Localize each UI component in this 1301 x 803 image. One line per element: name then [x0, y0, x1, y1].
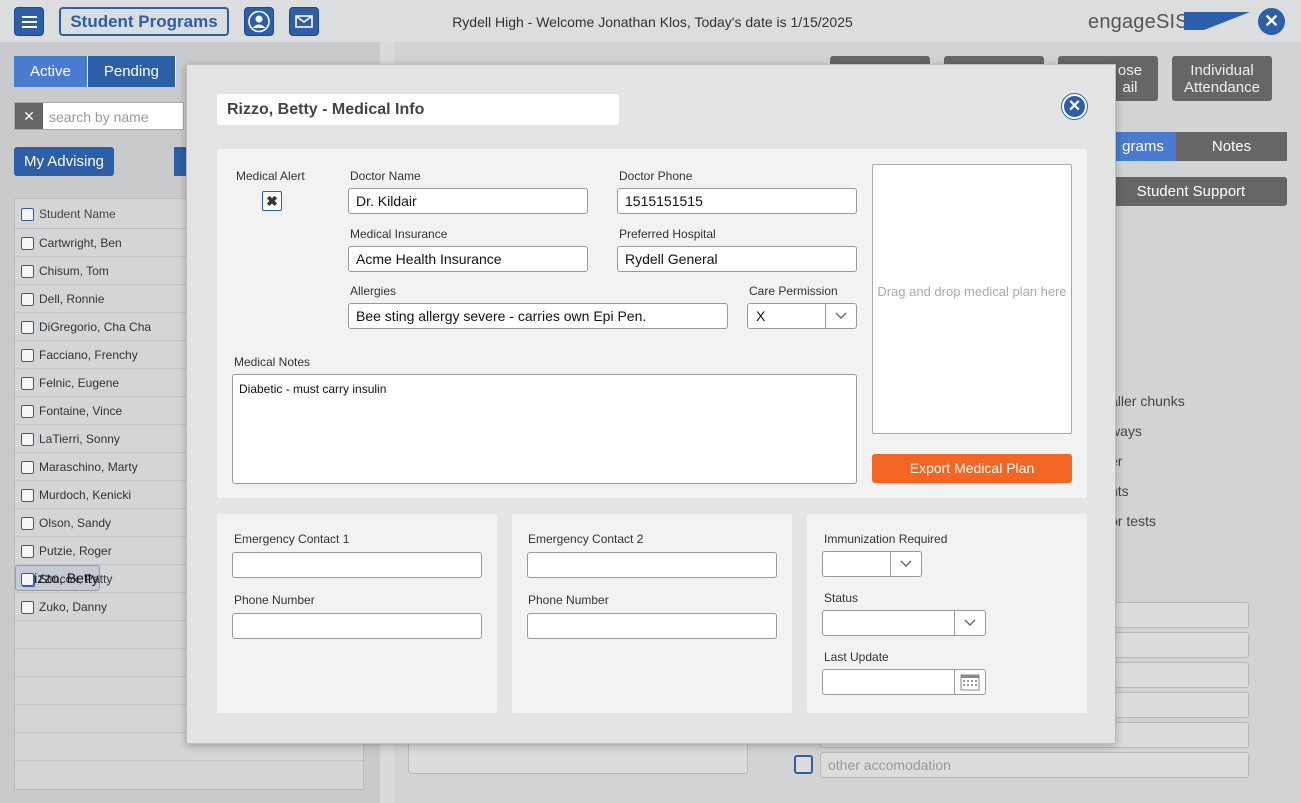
- phone-number-1-field[interactable]: [232, 613, 482, 639]
- student-name: Putzie, Roger: [39, 544, 112, 558]
- user-profile-icon[interactable]: [244, 7, 274, 36]
- student-checkbox[interactable]: [21, 517, 34, 530]
- emergency-contact-2-label: Emergency Contact 2: [528, 532, 644, 546]
- student-checkbox[interactable]: [21, 461, 34, 474]
- app-close-icon[interactable]: ✕: [1258, 8, 1285, 35]
- student-checkbox[interactable]: [21, 433, 34, 446]
- my-advising-button[interactable]: My Advising: [14, 147, 114, 176]
- doctor-name-field[interactable]: Dr. Kildair: [348, 188, 588, 214]
- student-name: Murdoch, Kenicki: [39, 488, 132, 502]
- other-accommodation-checkbox[interactable]: [794, 755, 813, 774]
- emergency-contact-1-label: Emergency Contact 1: [234, 532, 350, 546]
- welcome-banner: Rydell High - Welcome Jonathan Klos, Tod…: [452, 14, 853, 30]
- doctor-phone-label: Doctor Phone: [619, 169, 693, 183]
- chevron-down-icon: [825, 304, 856, 328]
- last-update-label: Last Update: [824, 650, 889, 664]
- medical-alert-checkbox[interactable]: ✖: [262, 191, 282, 211]
- student-search-input[interactable]: ✕ search by name: [14, 102, 184, 130]
- status-label: Status: [824, 591, 859, 605]
- tab-pending[interactable]: Pending: [87, 56, 176, 87]
- dialog-close-icon[interactable]: ×: [1062, 94, 1087, 119]
- preferred-hospital-field[interactable]: Rydell General: [617, 246, 857, 272]
- student-name-column-header: Student Name: [39, 207, 116, 221]
- top-bar: Student Programs Rydell High - Welcome J…: [0, 0, 1301, 42]
- status-tabs: Active Pending: [14, 56, 176, 87]
- medical-notes-label: Medical Notes: [234, 355, 311, 369]
- export-medical-plan-button[interactable]: Export Medical Plan: [872, 454, 1072, 483]
- immunization-required-label: Immunization Required: [824, 532, 948, 546]
- allergies-field[interactable]: Bee sting allergy severe - carries own E…: [348, 303, 728, 329]
- clear-search-icon[interactable]: ✕: [15, 103, 43, 129]
- student-checkbox[interactable]: [21, 349, 34, 362]
- status-select[interactable]: [822, 610, 986, 636]
- student-checkbox[interactable]: [21, 601, 34, 614]
- student-name: Fontaine, Vince: [39, 404, 123, 418]
- doctor-name-label: Doctor Name: [350, 169, 421, 183]
- accommodation-text: or tests: [1110, 513, 1156, 529]
- emergency-contact-1-field[interactable]: [232, 552, 482, 578]
- accommodation-text: aller chunks: [1110, 393, 1185, 409]
- phone-number-1-label: Phone Number: [234, 593, 315, 607]
- immunization-panel: Immunization Required Status Last Update: [807, 514, 1087, 713]
- medical-notes-field[interactable]: Diabetic - must carry insulin: [232, 374, 857, 484]
- student-name: Dell, Ronnie: [39, 292, 105, 306]
- allergies-label: Allergies: [350, 284, 397, 298]
- student-name: DiGregorio, Cha Cha: [39, 320, 152, 334]
- student-name: Facciano, Frenchy: [39, 348, 138, 362]
- engagesis-logo: engageSIS: [1088, 11, 1250, 34]
- student-checkbox[interactable]: [21, 377, 34, 390]
- dropzone-hint: Drag and drop medical plan here: [877, 284, 1067, 299]
- student-checkbox[interactable]: [21, 265, 34, 278]
- dialog-title: Rizzo, Betty - Medical Info: [217, 94, 619, 125]
- student-checkbox[interactable]: [21, 405, 34, 418]
- student-checkbox[interactable]: [21, 489, 34, 502]
- student-name: Chisum, Tom: [39, 264, 109, 278]
- student-name: LaTierri, Sonny: [39, 432, 120, 446]
- emergency-contact-2-panel: Emergency Contact 2 Phone Number: [512, 514, 792, 713]
- student-name: Felnic, Eugene: [39, 376, 120, 390]
- search-placeholder: search by name: [49, 109, 149, 125]
- other-accommodation-placeholder: other accomodation: [828, 757, 951, 773]
- tab-notes[interactable]: Notes: [1176, 132, 1287, 161]
- student-programs-button[interactable]: Student Programs: [59, 7, 229, 36]
- phone-number-2-label: Phone Number: [528, 593, 609, 607]
- care-permission-select[interactable]: X: [747, 303, 857, 329]
- chevron-down-icon: [954, 611, 985, 635]
- student-checkbox[interactable]: [21, 545, 34, 558]
- hamburger-menu-icon[interactable]: [14, 7, 44, 36]
- tab-programs[interactable]: grams: [1110, 132, 1176, 161]
- emergency-contact-2-field[interactable]: [527, 552, 777, 578]
- care-permission-value: X: [756, 308, 766, 324]
- student-checkbox[interactable]: [21, 293, 34, 306]
- student-name: Cartwright, Ben: [39, 236, 122, 250]
- student-checkbox[interactable]: [21, 321, 34, 334]
- care-permission-label: Care Permission: [749, 284, 838, 298]
- immunization-required-select[interactable]: [822, 551, 922, 577]
- mail-icon[interactable]: [289, 7, 319, 36]
- phone-number-2-field[interactable]: [527, 613, 777, 639]
- select-all-checkbox[interactable]: [21, 208, 34, 221]
- student-checkbox[interactable]: [21, 237, 34, 250]
- last-update-field[interactable]: [822, 669, 986, 695]
- medical-alert-label: Medical Alert: [236, 169, 305, 183]
- calendar-icon[interactable]: [954, 670, 985, 694]
- tab-active[interactable]: Active: [14, 56, 88, 87]
- medical-insurance-label: Medical Insurance: [350, 227, 448, 241]
- student-support-button[interactable]: Student Support: [1095, 177, 1287, 206]
- medical-plan-dropzone[interactable]: Drag and drop medical plan here: [872, 164, 1072, 434]
- student-name: Zuko, Danny: [39, 600, 108, 614]
- medical-info-dialog: Rizzo, Betty - Medical Info × Medical Al…: [186, 64, 1116, 744]
- medical-panel: Medical Alert ✖ Doctor Name Dr. Kildair …: [217, 149, 1087, 498]
- student-name: Simcox, Patty: [39, 572, 113, 586]
- student-name: Olson, Sandy: [39, 516, 112, 530]
- doctor-phone-field[interactable]: 1515151515: [617, 188, 857, 214]
- emergency-contact-1-panel: Emergency Contact 1 Phone Number: [217, 514, 497, 713]
- student-checkbox[interactable]: [21, 573, 34, 586]
- medical-insurance-field[interactable]: Acme Health Insurance: [348, 246, 588, 272]
- student-name: Maraschino, Marty: [39, 460, 138, 474]
- individual-attendance-button[interactable]: Individual Attendance: [1172, 56, 1272, 101]
- preferred-hospital-label: Preferred Hospital: [619, 227, 716, 241]
- chevron-down-icon: [890, 552, 921, 576]
